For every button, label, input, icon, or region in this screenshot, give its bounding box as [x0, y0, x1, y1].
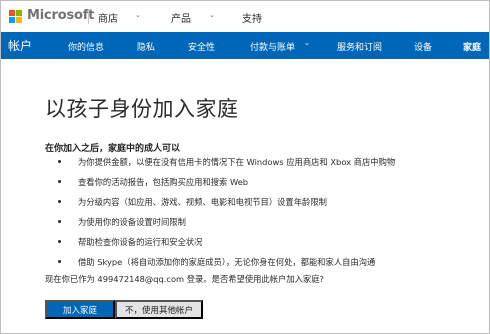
tab-payment-billing[interactable]: 付款与账单	[250, 40, 295, 53]
join-family-button[interactable]: 加入家庭	[45, 300, 115, 319]
list-item: 为你提供金额，以便在没有信用卡的情况下在 Windows 应用商店和 Xbox …	[45, 156, 475, 176]
tab-services-subscriptions[interactable]: 服务和订阅	[337, 40, 382, 53]
section-subheading: 在你加入之后，家庭中的成人可以	[45, 144, 181, 154]
chevron-down-icon[interactable]: ⌄	[304, 39, 310, 47]
chevron-down-icon[interactable]: ⌄	[135, 11, 141, 19]
tab-security[interactable]: 安全性	[188, 40, 215, 53]
list-item: 为分级内容（如应用、游戏、视频、电影和电视节目）设置年龄限制	[45, 196, 475, 216]
bullet-icon	[58, 260, 61, 263]
list-item: 帮助检查你设备的运行和安全状况	[45, 236, 475, 256]
use-other-account-button[interactable]: 不，使用其他帐户	[115, 300, 203, 319]
brand-name[interactable]: Microsoft	[27, 8, 94, 23]
tab-your-info[interactable]: 你的信息	[68, 40, 104, 53]
bullet-icon	[58, 240, 61, 243]
list-item: 为使用你的设备设置时间限制	[45, 216, 475, 236]
signed-in-question: 现在你已作为 499472148@qq.com 登录。是否希望使用此帐户加入家庭…	[45, 274, 324, 284]
page-title: 以孩子身份加入家庭	[45, 97, 239, 121]
account-nav-bar: 帐户 你的信息 隐私 安全性 付款与账单 ⌄ 服务和订阅 设备 家庭	[1, 32, 489, 59]
chevron-down-icon[interactable]: ⌄	[209, 11, 215, 19]
bullet-icon	[58, 220, 61, 223]
bullet-icon	[58, 160, 61, 163]
tab-family[interactable]: 家庭	[463, 40, 481, 53]
bullet-icon	[58, 200, 61, 203]
tab-privacy[interactable]: 隐私	[137, 40, 155, 53]
nav-products[interactable]: 产品	[171, 10, 191, 25]
nav-support[interactable]: 支持	[242, 10, 262, 25]
header-divider	[88, 9, 89, 24]
bullet-icon	[58, 180, 61, 183]
top-header: Microsoft 商店 ⌄ 产品 ⌄ 支持	[1, 1, 489, 32]
tab-devices[interactable]: 设备	[414, 40, 432, 53]
microsoft-logo-icon[interactable]	[9, 10, 23, 24]
capabilities-list: 为你提供金额，以便在没有信用卡的情况下在 Windows 应用商店和 Xbox …	[45, 156, 475, 276]
browser-frame: Microsoft 商店 ⌄ 产品 ⌄ 支持 帐户 你的信息 隐私 安全性 付款…	[0, 0, 490, 334]
list-item: 查看你的活动报告，包括购买应用和搜索 Web	[45, 176, 475, 196]
nav-store[interactable]: 商店	[98, 10, 118, 25]
account-home-link[interactable]: 帐户	[8, 37, 32, 54]
